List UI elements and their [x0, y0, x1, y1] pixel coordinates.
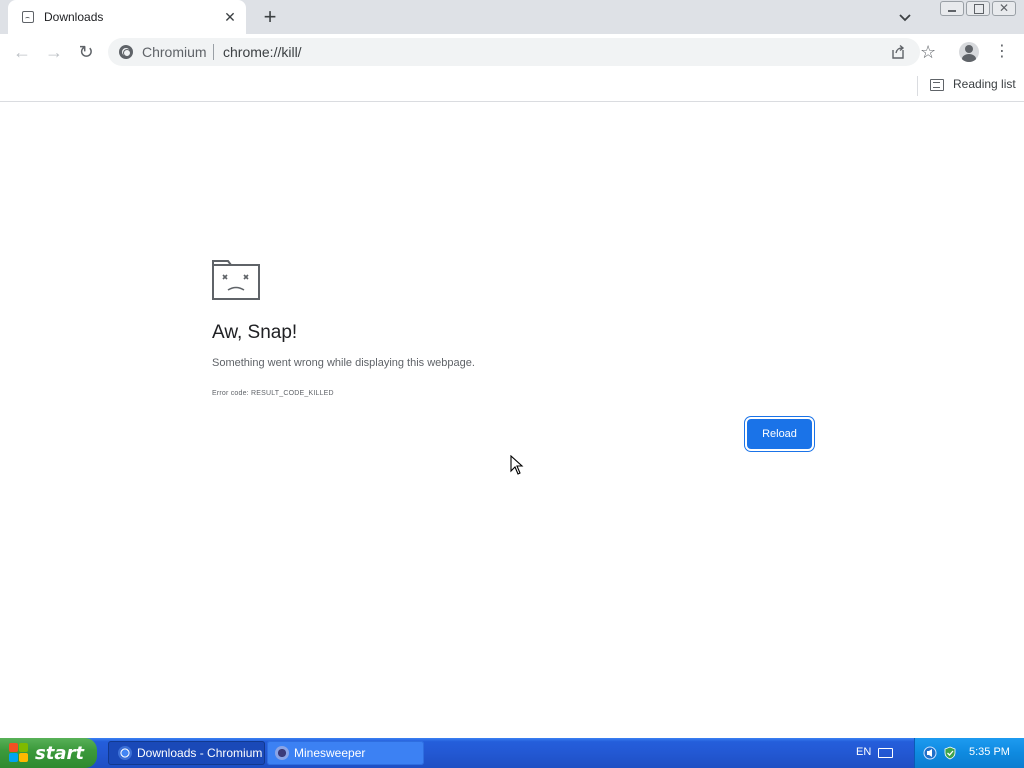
sad-tab-icon	[22, 11, 34, 23]
security-shield-icon[interactable]	[943, 746, 957, 760]
windows-flag-icon	[9, 743, 29, 763]
address-divider	[213, 44, 214, 60]
keyboard-icon[interactable]	[878, 748, 893, 758]
chrome-menu-button[interactable]: ⋮	[992, 42, 1012, 62]
bookmarks-divider	[917, 76, 918, 96]
reading-list-label: Reading list	[953, 77, 1016, 91]
window-controls: ✕	[940, 1, 1016, 17]
language-indicator[interactable]: EN	[856, 746, 871, 758]
browser-toolbar: ← → ↻ Chromium chrome://kill/ ☆ ⋮	[0, 34, 1024, 70]
tab-close-icon[interactable]: ✕	[222, 9, 238, 25]
forward-button[interactable]: →	[42, 41, 66, 63]
taskbar: start Downloads - Chromium Minesweeper E…	[0, 738, 1024, 768]
new-tab-button[interactable]: +	[260, 6, 280, 28]
reading-list-icon	[930, 79, 944, 91]
address-bar[interactable]: Chromium chrome://kill/	[108, 38, 920, 66]
bookmarks-bar: Reading list	[0, 70, 1024, 102]
taskbar-item-minesweeper[interactable]: Minesweeper	[267, 741, 424, 765]
mouse-cursor-icon	[510, 455, 524, 475]
start-button[interactable]: start	[0, 738, 97, 768]
minimize-button[interactable]	[940, 1, 964, 16]
bookmark-star-icon[interactable]: ☆	[920, 42, 936, 62]
taskbar-item-label: Minesweeper	[294, 746, 366, 760]
error-message: Something went wrong while displaying th…	[212, 357, 475, 369]
back-button[interactable]: ←	[10, 41, 34, 63]
minesweeper-icon	[275, 746, 289, 760]
page-title: Aw, Snap!	[212, 322, 298, 343]
profile-avatar-icon[interactable]	[959, 42, 979, 62]
tab-downloads[interactable]: Downloads ✕	[8, 0, 246, 34]
reload-page-button[interactable]: Reload	[747, 419, 812, 449]
maximize-button[interactable]	[966, 1, 990, 16]
system-tray: 5:35 PM	[914, 738, 1024, 768]
tab-search-chevron-icon[interactable]	[896, 8, 914, 26]
sad-folder-icon	[212, 260, 260, 300]
share-icon[interactable]	[890, 44, 906, 60]
start-label: start	[35, 742, 84, 764]
speaker-icon[interactable]	[923, 746, 937, 760]
chromium-icon	[119, 45, 133, 59]
error-code: Error code: RESULT_CODE_KILLED	[212, 390, 334, 397]
clock[interactable]: 5:35 PM	[969, 746, 1010, 758]
reload-button[interactable]: ↻	[74, 41, 98, 63]
chromium-icon	[118, 746, 132, 760]
taskbar-item-label: Downloads - Chromium	[137, 746, 263, 760]
close-window-button[interactable]: ✕	[992, 1, 1016, 16]
address-url[interactable]: chrome://kill/	[223, 44, 302, 60]
address-origin: Chromium	[142, 44, 207, 60]
tab-strip: Downloads ✕ + ✕	[0, 0, 1024, 34]
tab-title: Downloads	[44, 10, 104, 24]
taskbar-item-chromium[interactable]: Downloads - Chromium	[108, 741, 265, 765]
page-content: Aw, Snap! Something went wrong while dis…	[0, 103, 1024, 738]
